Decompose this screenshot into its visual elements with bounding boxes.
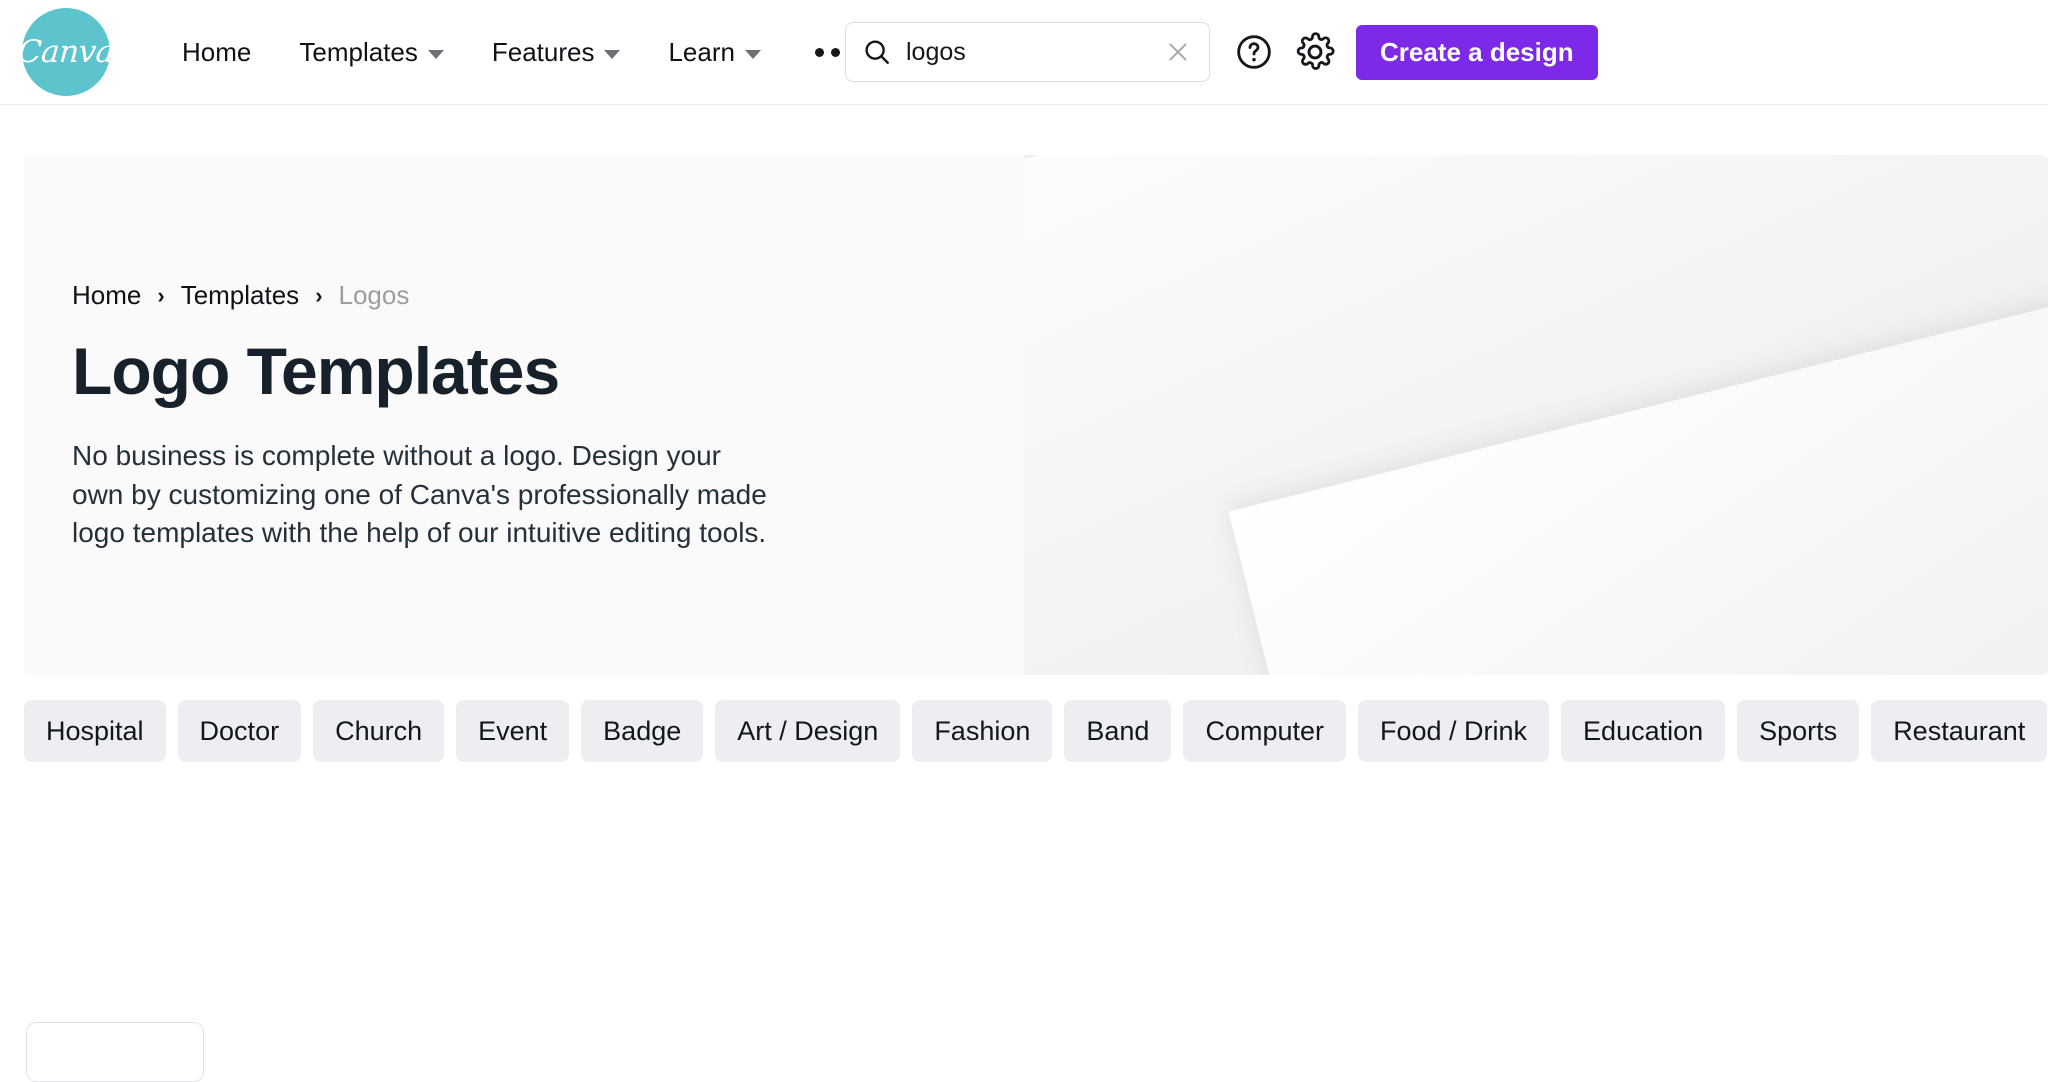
category-chip-event[interactable]: Event — [456, 700, 569, 762]
hero-photo: GREEN FRESH CO. ORGANIC MARKET ♥ — [948, 155, 2048, 675]
category-chip-list: Hospital Doctor Church Event Badge Art /… — [24, 700, 2048, 762]
filter-control-partial[interactable] — [26, 1022, 204, 1082]
canva-logo[interactable]: Canva — [22, 8, 110, 96]
chevron-right-icon: › — [157, 283, 164, 309]
page-description: No business is complete without a logo. … — [72, 437, 772, 553]
category-chip-food-drink[interactable]: Food / Drink — [1358, 700, 1549, 762]
category-chip-art-design[interactable]: Art / Design — [715, 700, 900, 762]
nav-item-templates-label: Templates — [299, 22, 418, 82]
category-chip-education[interactable]: Education — [1561, 700, 1725, 762]
nav-item-templates[interactable]: Templates — [275, 22, 468, 82]
nav-item-features[interactable]: Features — [468, 22, 645, 82]
category-chip-sports[interactable]: Sports — [1737, 700, 1859, 762]
category-chip-church[interactable]: Church — [313, 700, 444, 762]
create-a-design-button[interactable]: Create a design — [1356, 25, 1598, 80]
breadcrumb: Home › Templates › Logos — [72, 280, 772, 311]
breadcrumb-item-home[interactable]: Home — [72, 280, 141, 311]
category-chip-restaurant[interactable]: Restaurant — [1871, 700, 2047, 762]
nav-item-home-label: Home — [182, 22, 251, 82]
category-chip-badge[interactable]: Badge — [581, 700, 703, 762]
search-icon — [862, 37, 892, 67]
nav-item-home[interactable]: Home — [158, 22, 275, 82]
close-icon — [1165, 39, 1191, 65]
chevron-down-icon — [604, 50, 620, 59]
search-input[interactable] — [906, 38, 1163, 67]
category-chip-hospital[interactable]: Hospital — [24, 700, 166, 762]
chevron-down-icon — [428, 50, 444, 59]
ellipsis-icon — [831, 48, 840, 57]
category-chip-computer[interactable]: Computer — [1183, 700, 1346, 762]
hero-banner: GREEN FRESH CO. ORGANIC MARKET ♥ Home › … — [24, 155, 2048, 675]
category-chip-band[interactable]: Band — [1064, 700, 1171, 762]
main-nav: Home Templates Features Learn — [158, 22, 878, 82]
site-header: Canva Home Templates Features Learn — [0, 0, 2048, 105]
canva-logo-text: Canva — [17, 34, 115, 70]
search-clear-button[interactable] — [1163, 37, 1193, 67]
help-button[interactable] — [1228, 26, 1280, 78]
category-chip-doctor[interactable]: Doctor — [178, 700, 302, 762]
settings-button[interactable] — [1289, 26, 1341, 78]
nav-item-features-label: Features — [492, 22, 595, 82]
hero-content: Home › Templates › Logos Logo Templates … — [72, 280, 772, 553]
search-bar[interactable] — [845, 22, 1210, 82]
question-circle-icon — [1234, 32, 1274, 72]
gear-icon — [1294, 31, 1336, 73]
ellipsis-icon — [815, 48, 824, 57]
nav-item-learn-label: Learn — [668, 22, 735, 82]
chevron-right-icon: › — [315, 283, 322, 309]
breadcrumb-item-templates[interactable]: Templates — [181, 280, 300, 311]
nav-item-learn[interactable]: Learn — [644, 22, 785, 82]
category-chip-fashion[interactable]: Fashion — [912, 700, 1052, 762]
breadcrumb-item-logos: Logos — [339, 280, 410, 311]
page-title: Logo Templates — [72, 333, 772, 409]
chevron-down-icon — [745, 50, 761, 59]
